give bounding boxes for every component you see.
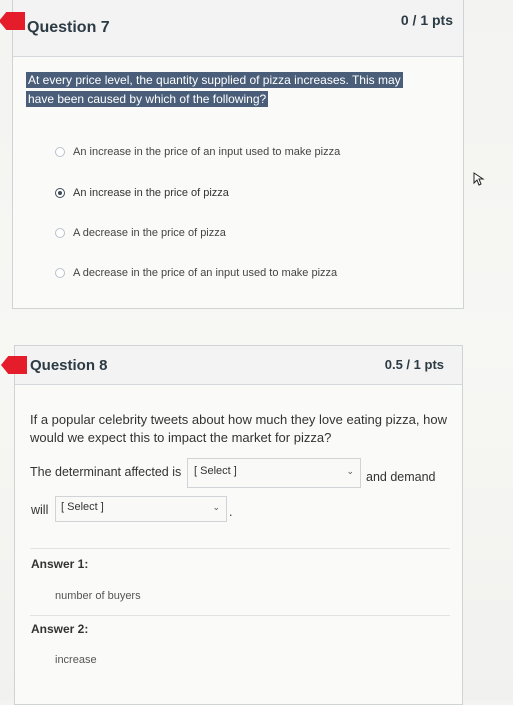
question-8-points: 0.5 / 1 pts — [384, 357, 444, 372]
determinant-select[interactable]: [ Select ] ⌄ — [187, 458, 361, 488]
answer-1-value: number of buyers — [55, 590, 141, 602]
select-placeholder: [ Select ] — [61, 501, 104, 513]
sentence-end: . — [229, 505, 233, 519]
answer-option-2[interactable]: An increase in the price of pizza — [55, 187, 229, 199]
select-placeholder: [ Select ] — [194, 465, 237, 477]
answer-option-3[interactable]: A decrease in the price of pizza — [55, 227, 226, 239]
demand-change-select[interactable]: [ Select ] ⌄ — [55, 496, 227, 522]
answer-2-label: Answer 2: — [31, 622, 89, 636]
question-7-prompt: At every price level, the quantity suppl… — [26, 71, 450, 109]
question-8-prompt: If a popular celebrity tweets about how … — [30, 412, 447, 445]
flag-marker — [1, 356, 27, 374]
sentence-part-3: will — [31, 503, 49, 517]
answer-2-value: increase — [55, 654, 97, 666]
sentence-part-1: The determinant affected is — [30, 465, 182, 479]
radio-button[interactable] — [55, 268, 65, 278]
sentence-part-2: and demand — [366, 470, 436, 484]
question-7-title: Question 7 — [27, 19, 110, 36]
answer-option-label: A decrease in the price of pizza — [73, 227, 226, 239]
mouse-cursor-icon — [473, 172, 485, 186]
chevron-down-icon: ⌄ — [212, 502, 220, 512]
radio-button[interactable] — [55, 147, 65, 157]
question-7-header: Question 7 0 / 1 pts — [0, 0, 463, 57]
answer-option-label: An increase in the price of an input use… — [73, 146, 341, 158]
prompt-line-1: At every price level, the quantity suppl… — [26, 72, 403, 88]
answer-option-label: An increase in the price of pizza — [73, 187, 229, 199]
answer-divider — [30, 615, 450, 616]
prompt-line-2: have been caused by which of the followi… — [26, 91, 269, 107]
radio-button[interactable] — [55, 228, 65, 238]
answer-option-1[interactable]: An increase in the price of an input use… — [55, 146, 340, 158]
answer-divider — [30, 548, 450, 549]
question-8-card: Question 8 0.5 / 1 pts — [1, 345, 463, 705]
question-7-card: Question 7 0 / 1 pts At every price leve… — [0, 0, 464, 309]
answer-1-label: Answer 1: — [31, 557, 89, 571]
question-8-title: Question 8 — [30, 357, 108, 374]
flag-marker — [0, 12, 25, 30]
chevron-down-icon: ⌄ — [346, 466, 354, 476]
question-7-points: 0 / 1 pts — [400, 12, 453, 28]
radio-button-selected[interactable] — [55, 188, 65, 198]
answer-option-4[interactable]: A decrease in the price of an input used… — [55, 267, 337, 279]
question-8-header: Question 8 0.5 / 1 pts — [1, 346, 462, 385]
answer-option-label: A decrease in the price of an input used… — [73, 267, 338, 279]
